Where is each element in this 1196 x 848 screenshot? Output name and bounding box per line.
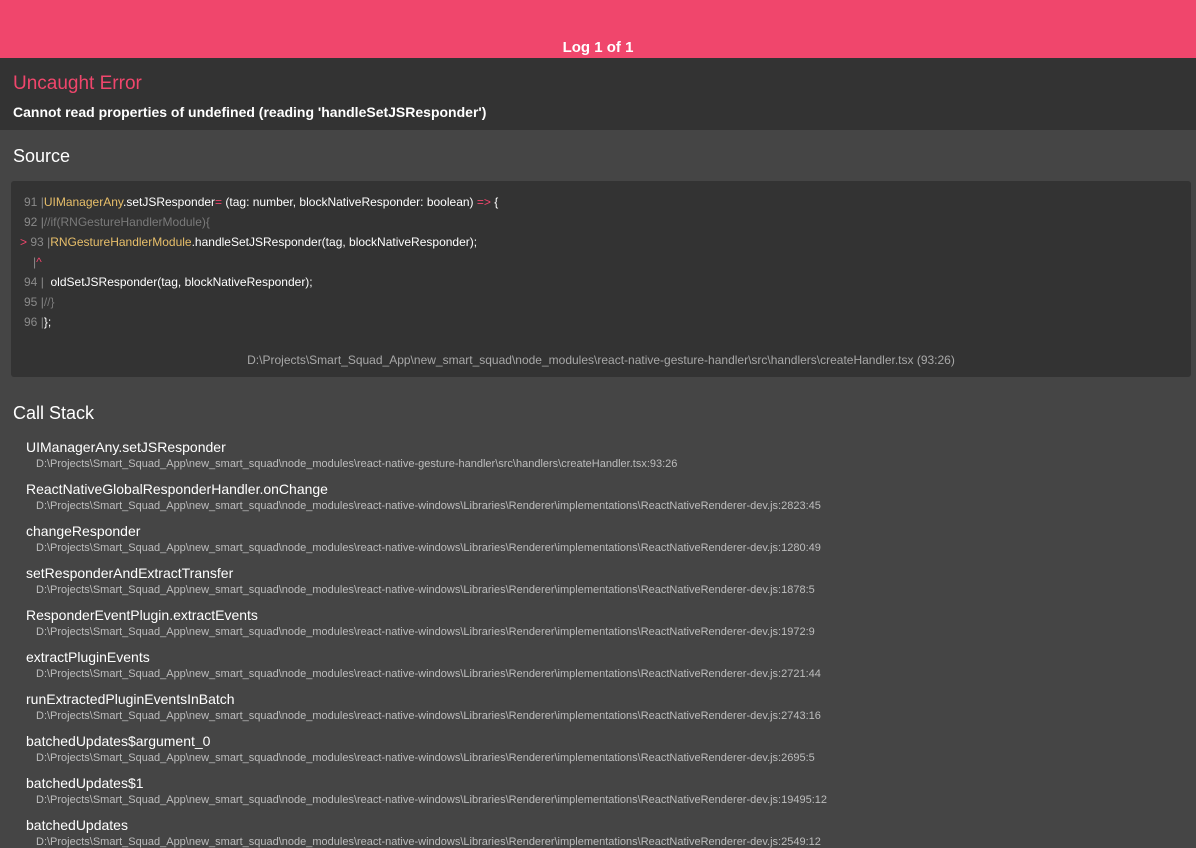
- code-operator: =>: [476, 195, 491, 209]
- error-header: Uncaught Error Cannot read properties of…: [0, 58, 1196, 130]
- code-line-91: 91 |UIManagerAny.setJSResponder= (tag: n…: [24, 195, 498, 215]
- code-line-96: 96 |};: [24, 315, 51, 335]
- code-caret-line: |^: [33, 255, 42, 275]
- stack-frame[interactable]: changeResponder D:\Projects\Smart_Squad_…: [26, 523, 821, 554]
- stack-frame-location: D:\Projects\Smart_Squad_App\new_smart_sq…: [36, 836, 821, 848]
- stack-frame-location: D:\Projects\Smart_Squad_App\new_smart_sq…: [36, 752, 815, 764]
- active-line-marker: >: [20, 235, 28, 249]
- error-caret: ^: [36, 255, 42, 269]
- line-number: 96: [24, 315, 38, 329]
- stack-frame[interactable]: batchedUpdates$1 D:\Projects\Smart_Squad…: [26, 775, 827, 806]
- code-comment: //}: [43, 295, 55, 309]
- line-number: 91: [24, 195, 38, 209]
- code-text: oldSetJSResponder(tag, blockNativeRespon…: [43, 275, 313, 289]
- code-text: .handleSetJSResponder(tag, blockNativeRe…: [191, 235, 478, 249]
- stack-frame-function: extractPluginEvents: [26, 649, 150, 665]
- stack-frame-location: D:\Projects\Smart_Squad_App\new_smart_sq…: [36, 794, 827, 806]
- stack-frame-location: D:\Projects\Smart_Squad_App\new_smart_sq…: [36, 710, 821, 722]
- code-object: RNGestureHandlerModule: [50, 235, 192, 249]
- code-operator: =: [215, 195, 223, 209]
- stack-frame-function: batchedUpdates: [26, 817, 128, 833]
- error-message[interactable]: Cannot read properties of undefined (rea…: [13, 104, 486, 120]
- stack-frame[interactable]: extractPluginEvents D:\Projects\Smart_Sq…: [26, 649, 821, 680]
- stack-frame[interactable]: batchedUpdates$argument_0 D:\Projects\Sm…: [26, 733, 815, 764]
- stack-frame-function: ResponderEventPlugin.extractEvents: [26, 607, 258, 623]
- stack-frame[interactable]: setResponderAndExtractTransfer D:\Projec…: [26, 565, 815, 596]
- stack-frame[interactable]: ResponderEventPlugin.extractEvents D:\Pr…: [26, 607, 815, 638]
- code-text: };: [43, 315, 52, 329]
- stack-frame-location: D:\Projects\Smart_Squad_App\new_smart_sq…: [36, 500, 821, 512]
- callstack-section-title: Call Stack: [13, 403, 95, 423]
- stack-frame-function: setResponderAndExtractTransfer: [26, 565, 234, 581]
- code-text: {: [490, 195, 499, 209]
- stack-frame-location: D:\Projects\Smart_Squad_App\new_smart_sq…: [36, 458, 678, 470]
- stack-frame[interactable]: batchedUpdates D:\Projects\Smart_Squad_A…: [26, 817, 821, 848]
- code-text: .setJSResponder: [122, 195, 216, 209]
- source-section-title: Source: [13, 146, 71, 166]
- line-number: 92: [24, 215, 38, 229]
- code-object: UIManagerAny: [43, 195, 123, 209]
- line-number: 94: [24, 275, 38, 289]
- error-title: Uncaught Error: [13, 73, 142, 94]
- line-number: 93: [30, 235, 44, 249]
- stack-frame-function: batchedUpdates$argument_0: [26, 733, 211, 749]
- stack-frame-location: D:\Projects\Smart_Squad_App\new_smart_sq…: [36, 626, 815, 638]
- stack-frame-function: batchedUpdates$1: [26, 775, 144, 791]
- source-code-box[interactable]: 91 |UIManagerAny.setJSResponder= (tag: n…: [11, 181, 1191, 377]
- stack-frame[interactable]: UIManagerAny.setJSResponder D:\Projects\…: [26, 439, 677, 470]
- stack-frame-location: D:\Projects\Smart_Squad_App\new_smart_sq…: [36, 542, 821, 554]
- stack-frame-function: ReactNativeGlobalResponderHandler.onChan…: [26, 481, 328, 497]
- code-text: (tag: number, blockNativeResponder: bool…: [222, 195, 477, 209]
- code-line-95: 95 |//}: [24, 295, 55, 315]
- source-file-path[interactable]: D:\Projects\Smart_Squad_App\new_smart_sq…: [11, 353, 1191, 367]
- stack-frame-location: D:\Projects\Smart_Squad_App\new_smart_sq…: [36, 584, 815, 596]
- stack-frame-function: changeResponder: [26, 523, 141, 539]
- stack-frame-function: runExtractedPluginEventsInBatch: [26, 691, 235, 707]
- log-counter: Log 1 of 1: [562, 39, 634, 56]
- code-line-94: 94 | oldSetJSResponder(tag, blockNativeR…: [24, 275, 313, 295]
- log-topbar: Log 1 of 1: [0, 0, 1196, 58]
- stack-frame-location: D:\Projects\Smart_Squad_App\new_smart_sq…: [36, 668, 821, 680]
- code-line-92: 92 |//if(RNGestureHandlerModule){: [24, 215, 210, 235]
- stack-frame[interactable]: runExtractedPluginEventsInBatch D:\Proje…: [26, 691, 821, 722]
- line-number: 95: [24, 295, 38, 309]
- code-comment: //if(RNGestureHandlerModule){: [43, 215, 210, 229]
- stack-frame[interactable]: ReactNativeGlobalResponderHandler.onChan…: [26, 481, 821, 512]
- stack-frame-function: UIManagerAny.setJSResponder: [26, 439, 226, 455]
- code-line-93: > 93 |RNGestureHandlerModule.handleSetJS…: [20, 235, 477, 255]
